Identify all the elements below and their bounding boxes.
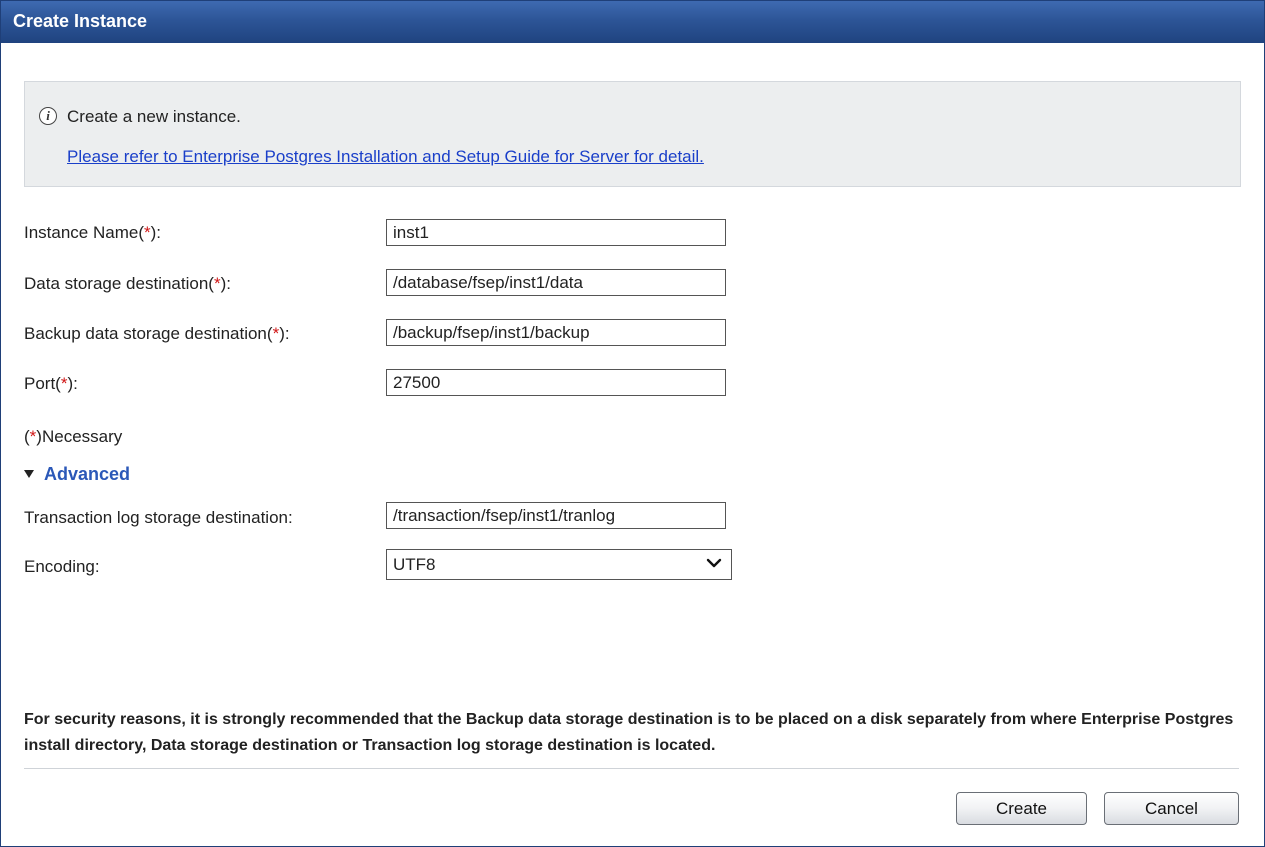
instance-name-label: Instance Name(*): xyxy=(24,223,162,242)
backup-storage-label: Backup data storage destination(*): xyxy=(24,324,290,343)
advanced-label: Advanced xyxy=(44,464,131,484)
backup-storage-input[interactable] xyxy=(386,319,726,346)
transaction-log-input[interactable] xyxy=(386,502,726,529)
transaction-log-label: Transaction log storage destination: xyxy=(24,508,293,527)
advanced-toggle[interactable]: Advanced xyxy=(24,464,130,485)
chevron-down-icon xyxy=(706,558,722,568)
info-icon: i xyxy=(39,107,57,125)
security-warning: For security reasons, it is strongly rec… xyxy=(24,711,1234,754)
dialog-title: Create Instance xyxy=(13,11,148,31)
setup-guide-link[interactable]: Please refer to Enterprise Postgres Inst… xyxy=(67,147,704,167)
footer-divider xyxy=(24,768,1239,769)
encoding-selected-value: UTF8 xyxy=(393,555,436,574)
required-marker: * xyxy=(213,274,221,293)
instance-name-input[interactable] xyxy=(386,219,726,246)
port-input[interactable] xyxy=(386,369,726,396)
expand-triangle-icon xyxy=(24,469,34,478)
data-storage-input[interactable] xyxy=(386,269,726,296)
dialog-titlebar: Create Instance xyxy=(1,1,1264,43)
data-storage-label: Data storage destination(*): xyxy=(24,274,231,293)
port-label: Port(*): xyxy=(24,374,78,393)
info-panel xyxy=(24,81,1241,187)
create-instance-dialog: Create Instance i Create a new instance.… xyxy=(0,0,1265,847)
necessary-note: (*)Necessary xyxy=(24,427,123,446)
info-message: Create a new instance. xyxy=(67,107,241,126)
encoding-label: Encoding: xyxy=(24,557,100,576)
required-marker: * xyxy=(144,223,151,242)
create-button[interactable]: Create xyxy=(956,792,1087,825)
encoding-select[interactable]: UTF8 xyxy=(386,549,732,580)
cancel-button[interactable]: Cancel xyxy=(1104,792,1239,825)
